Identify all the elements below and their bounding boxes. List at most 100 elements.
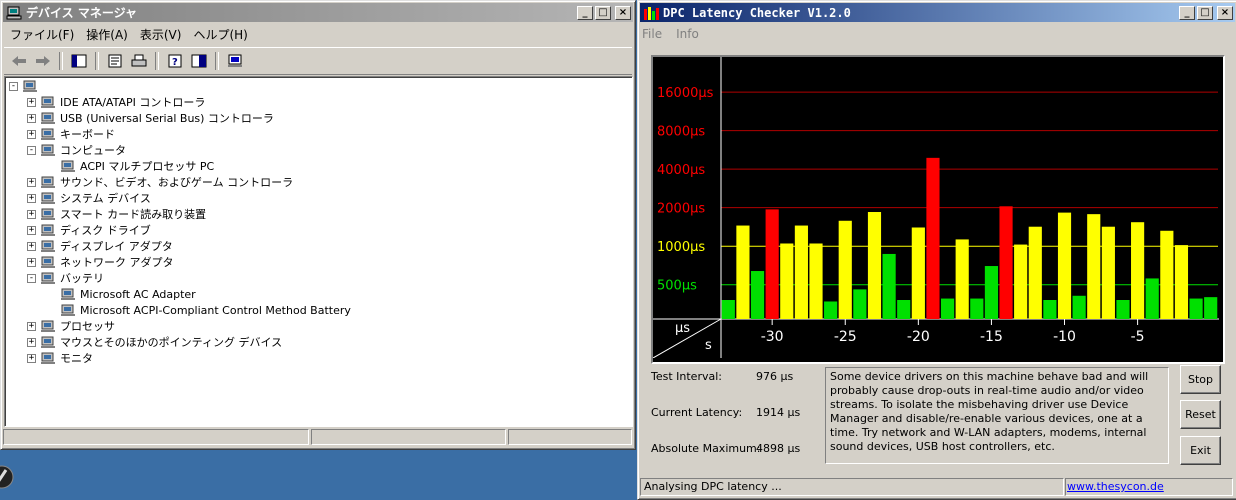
tree-item[interactable]: - コンピュータ xyxy=(27,142,126,158)
display-adapter-icon xyxy=(40,239,56,253)
latency-chart-svg: 500µs 1000µs 2000µs 4000µs 8000µs 16000µs -30 -… xyxy=(652,57,1219,359)
dpc-titlebar[interactable]: DPC Latency Checker V1.2.0 _ □ × xyxy=(640,3,1235,22)
tree-item[interactable]: + キーボード xyxy=(27,126,115,142)
desktop-icon[interactable] xyxy=(0,462,14,492)
tree-item[interactable]: Microsoft AC Adapter xyxy=(47,286,196,302)
expand-icon[interactable]: + xyxy=(27,321,36,331)
battery-icon xyxy=(60,303,76,317)
current-latency-value: 1914 µs xyxy=(756,406,801,419)
stop-button[interactable]: Stop xyxy=(1180,365,1221,394)
mouse-icon xyxy=(40,335,56,349)
menu-action[interactable]: 操作(A) xyxy=(80,26,134,43)
latency-bar xyxy=(984,266,999,319)
properties-icon[interactable] xyxy=(104,51,126,71)
tree-item-label: サウンド、ビデオ、およびゲーム コントローラ xyxy=(60,176,294,189)
tree-item[interactable]: + IDE ATA/ATAPI コントローラ xyxy=(27,94,205,110)
menu-help[interactable]: ヘルプ(H) xyxy=(187,26,253,43)
tree-item[interactable]: + サウンド、ビデオ、およびゲーム コントローラ xyxy=(27,174,293,190)
expand-icon[interactable]: + xyxy=(27,193,36,203)
expand-icon[interactable]: + xyxy=(27,97,36,107)
menu-file[interactable]: File xyxy=(642,27,662,41)
tree-item-label: キーボード xyxy=(60,128,115,141)
exit-button[interactable]: Exit xyxy=(1180,436,1221,465)
maximize-button[interactable]: □ xyxy=(595,5,611,20)
x-axis-unit-label: s xyxy=(705,338,712,353)
tree-item[interactable]: + モニタ xyxy=(27,350,93,366)
maximize-button[interactable]: □ xyxy=(1197,5,1213,20)
expand-icon[interactable]: + xyxy=(27,113,36,123)
x-tick-label: -20 xyxy=(907,329,930,345)
latency-bar xyxy=(1145,278,1159,319)
expand-icon[interactable]: + xyxy=(27,241,36,251)
latency-bar xyxy=(940,298,955,319)
tree-item[interactable]: ACPI マルチプロセッサ PC xyxy=(47,158,214,174)
menu-view[interactable]: 表示(V) xyxy=(134,26,188,43)
expand-icon[interactable]: + xyxy=(27,209,36,219)
latency-bar xyxy=(926,157,940,319)
tree-item[interactable]: - xyxy=(9,78,42,94)
x-tick-label: -25 xyxy=(834,329,857,345)
expand-icon[interactable]: + xyxy=(27,257,36,267)
collapse-icon[interactable]: - xyxy=(9,81,18,91)
collapse-icon[interactable]: - xyxy=(27,273,36,283)
collapse-icon[interactable]: - xyxy=(27,145,36,155)
latency-bar xyxy=(867,212,882,319)
website-link[interactable]: www.thesycon.de xyxy=(1067,480,1164,493)
minimize-button[interactable]: _ xyxy=(1179,5,1195,20)
latency-bar xyxy=(999,206,1013,319)
tree-item[interactable]: + ディスプレイ アダプタ xyxy=(27,238,173,254)
status-bar-segment xyxy=(311,429,506,445)
expand-icon[interactable]: + xyxy=(27,177,36,187)
tree-item[interactable]: + プロセッサ xyxy=(27,318,115,334)
menu-file[interactable]: ファイル(F) xyxy=(4,26,80,43)
show-hide-tree-icon[interactable] xyxy=(68,51,90,71)
expand-icon[interactable]: + xyxy=(27,337,36,347)
current-latency-label: Current Latency: xyxy=(651,406,743,419)
menu-info[interactable]: Info xyxy=(676,27,699,41)
toolbar-separator xyxy=(59,52,63,70)
computer-icon xyxy=(60,159,76,173)
expand-icon[interactable]: + xyxy=(27,353,36,363)
latency-bar xyxy=(1101,226,1115,319)
tree-item[interactable]: + スマート カード読み取り装置 xyxy=(27,206,206,222)
monitor-icon xyxy=(40,351,56,365)
tree-item[interactable]: + システム デバイス xyxy=(27,190,151,206)
reset-button[interactable]: Reset xyxy=(1180,400,1221,429)
computer-icon xyxy=(40,143,56,157)
expand-icon[interactable]: + xyxy=(27,129,36,139)
details-icon[interactable] xyxy=(188,51,210,71)
minimize-button[interactable]: _ xyxy=(577,5,593,20)
toolbar-separator xyxy=(215,52,219,70)
expand-icon[interactable]: + xyxy=(27,225,36,235)
close-button[interactable]: × xyxy=(1217,5,1233,20)
tree-item-label: モニタ xyxy=(60,352,93,365)
latency-bar xyxy=(838,220,852,319)
speaker-icon xyxy=(40,175,56,189)
latency-bar xyxy=(1160,230,1174,319)
latency-bar xyxy=(1204,297,1218,319)
ide-controller-icon xyxy=(40,95,56,109)
tree-item[interactable]: - バッテリ xyxy=(27,270,104,286)
tree-item[interactable]: + ネットワーク アダプタ xyxy=(27,254,174,270)
tree-item-label: USB (Universal Serial Bus) コントローラ xyxy=(60,112,274,125)
latency-bar xyxy=(1131,222,1145,319)
tree-item-label: プロセッサ xyxy=(60,320,115,333)
app-bars-icon xyxy=(643,6,659,20)
x-tick-label: -15 xyxy=(980,329,1003,345)
tree-item[interactable]: + マウスとそのほかのポインティング デバイス xyxy=(27,334,282,350)
tree-item[interactable]: Microsoft ACPI-Compliant Control Method … xyxy=(47,302,351,318)
latency-bar xyxy=(1014,244,1028,319)
print-icon[interactable] xyxy=(128,51,150,71)
tree-item[interactable]: + USB (Universal Serial Bus) コントローラ xyxy=(27,110,274,126)
latency-bar xyxy=(1189,298,1203,319)
tree-item[interactable]: + ディスク ドライブ xyxy=(27,222,151,238)
help-icon[interactable]: ? xyxy=(164,51,186,71)
close-button[interactable]: × xyxy=(615,5,631,20)
device-manager-titlebar[interactable]: デバイス マネージャ _ □ × xyxy=(3,3,633,22)
forward-arrow-icon[interactable] xyxy=(32,51,54,71)
diagnostic-message: Some device drivers on this machine beha… xyxy=(825,367,1169,464)
back-arrow-icon[interactable] xyxy=(8,51,30,71)
latency-chart: 500µs 1000µs 2000µs 4000µs 8000µs 16000µs -30 -… xyxy=(651,55,1225,364)
scan-hardware-icon[interactable] xyxy=(224,51,246,71)
status-bar-segment xyxy=(508,429,632,445)
